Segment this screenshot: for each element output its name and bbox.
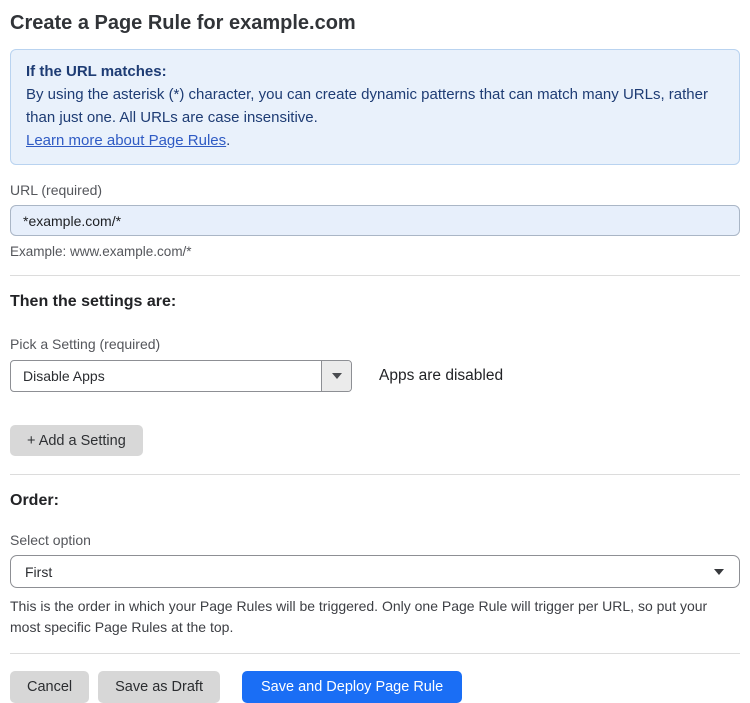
page-rule-form: Create a Page Rule for example.com If th…	[0, 0, 750, 703]
order-section-heading: Order:	[10, 492, 59, 509]
url-helper-text: Example: www.example.com/*	[10, 244, 192, 259]
info-box-heading: If the URL matches:	[26, 63, 167, 80]
page-title: Create a Page Rule for example.com	[10, 12, 356, 34]
info-box-link-line: Learn more about Page Rules.	[26, 129, 724, 152]
setting-select[interactable]: Disable Apps	[10, 360, 352, 392]
save-draft-button[interactable]: Save as Draft	[98, 671, 220, 703]
learn-more-link[interactable]: Learn more about Page Rules	[26, 132, 226, 149]
settings-section-heading: Then the settings are:	[10, 293, 177, 310]
add-setting-button[interactable]: + Add a Setting	[10, 425, 143, 456]
divider	[10, 474, 740, 475]
divider	[10, 653, 740, 654]
setting-row: Disable Apps Apps are disabled	[10, 360, 740, 392]
dropdown-arrow-button[interactable]	[321, 361, 351, 391]
cancel-button[interactable]: Cancel	[10, 671, 90, 703]
setting-status-text: Apps are disabled	[379, 367, 504, 384]
dropdown-caret-icon	[714, 568, 724, 575]
url-input[interactable]	[10, 205, 740, 236]
pick-setting-label: Pick a Setting (required)	[10, 336, 161, 352]
order-select[interactable]: First	[10, 555, 740, 588]
order-description: This is the order in which your Page Rul…	[10, 598, 708, 635]
order-select-value: First	[25, 563, 53, 580]
dropdown-arrow-icon	[331, 373, 342, 379]
select-option-label: Select option	[10, 532, 91, 548]
link-period: .	[226, 132, 231, 149]
info-box-body: By using the asterisk (*) character, you…	[26, 86, 708, 126]
url-label: URL (required)	[10, 182, 103, 198]
save-deploy-button[interactable]: Save and Deploy Page Rule	[241, 671, 463, 703]
divider	[10, 275, 740, 276]
url-match-info-box: If the URL matches: By using the asteris…	[10, 49, 740, 165]
setting-select-value: Disable Apps	[23, 368, 105, 384]
actions-row: Cancel Save as Draft Save and Deploy Pag…	[10, 671, 740, 703]
